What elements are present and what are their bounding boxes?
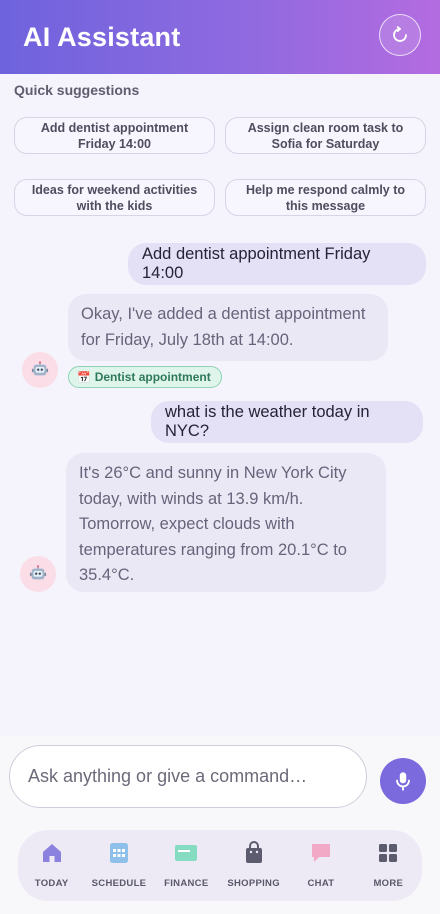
nav-item-finance[interactable]: FINANCE: [155, 840, 217, 889]
card-icon: [175, 845, 198, 861]
message-line: Tomorrow, expect clouds with: [79, 515, 295, 533]
nav-item-chat[interactable]: CHAT: [290, 840, 352, 889]
user-message: what is the weather today in NYC?: [151, 401, 423, 443]
microphone-icon: [396, 772, 410, 791]
refresh-icon: [393, 26, 407, 42]
assistant-avatar: [22, 352, 58, 388]
message-line: for Friday, July 18th at 14:00.: [81, 330, 294, 349]
chip-line: Ideas for weekend activities: [31, 182, 198, 197]
refresh-button[interactable]: [379, 14, 421, 56]
suggestion-chip-dentist[interactable]: Add dentist appointment Friday 14:00: [14, 117, 215, 154]
calendar-grid-icon: [109, 843, 128, 863]
shopping-bag-icon: [245, 841, 262, 863]
event-tag[interactable]: 📅 Dentist appointment: [68, 366, 222, 388]
microphone-button[interactable]: [380, 758, 426, 804]
nav-label: SCHEDULE: [91, 878, 147, 889]
suggestion-chip-clean-room[interactable]: Assign clean room task to Sofia for Satur…: [225, 117, 426, 154]
message-line: Okay, I've added a dentist appointment: [81, 305, 366, 323]
app-title: AI Assistant: [23, 21, 181, 52]
chip-line: Assign clean room task to: [247, 120, 404, 135]
assistant-message: Okay, I've added a dentist appointment f…: [68, 294, 388, 361]
nav-item-more[interactable]: MORE: [357, 840, 419, 889]
assistant-avatar: [20, 556, 56, 592]
nav-item-today[interactable]: TODAY: [21, 840, 83, 889]
grid-icon: [379, 844, 398, 862]
suggestion-chip-weekend[interactable]: Ideas for weekend activities with the kid…: [14, 179, 215, 216]
command-input[interactable]: Ask anything or give a command…: [9, 745, 367, 808]
home-icon: [42, 844, 61, 862]
nav-item-shopping[interactable]: SHOPPING: [223, 840, 285, 889]
chip-line: this message: [285, 198, 366, 213]
quick-suggestions-label: Quick suggestions: [14, 82, 140, 98]
robot-icon: [31, 361, 49, 376]
calendar-icon: 📅: [77, 371, 91, 384]
nav-item-schedule[interactable]: SCHEDULE: [88, 840, 150, 889]
suggestion-chip-respond-calmly[interactable]: Help me respond calmly to this message: [225, 179, 426, 216]
nav-label: FINANCE: [164, 878, 209, 889]
app-header: AI Assistant: [0, 0, 440, 74]
event-tag-label: Dentist appointment: [94, 370, 211, 384]
nav-label: CHAT: [307, 878, 335, 889]
chip-line: with the kids: [76, 198, 153, 213]
nav-label: MORE: [373, 878, 404, 889]
robot-icon: [29, 565, 47, 580]
message-line: today, with winds at 13.9 km/h.: [79, 489, 304, 508]
message-line: It's 26°C and sunny in New York City: [79, 464, 347, 482]
message-line: 35.4°C.: [79, 566, 135, 584]
chip-line: Help me respond calmly to: [245, 182, 406, 197]
user-message: Add dentist appointment Friday 14:00: [128, 243, 426, 285]
bottom-nav: TODAY SCHEDULE FINANCE SHOPPING CHAT MOR…: [18, 830, 422, 901]
chat-bubble-icon: [311, 844, 330, 862]
assistant-message: It's 26°C and sunny in New York City tod…: [66, 453, 386, 592]
chip-line: Add dentist appointment: [40, 120, 189, 135]
message-line: temperatures ranging from 20.1°C to: [79, 540, 347, 559]
chip-line: Sofia for Saturday: [271, 136, 380, 151]
nav-label: TODAY: [34, 878, 69, 889]
chip-line: Friday 14:00: [78, 136, 151, 151]
nav-label: SHOPPING: [227, 878, 280, 889]
